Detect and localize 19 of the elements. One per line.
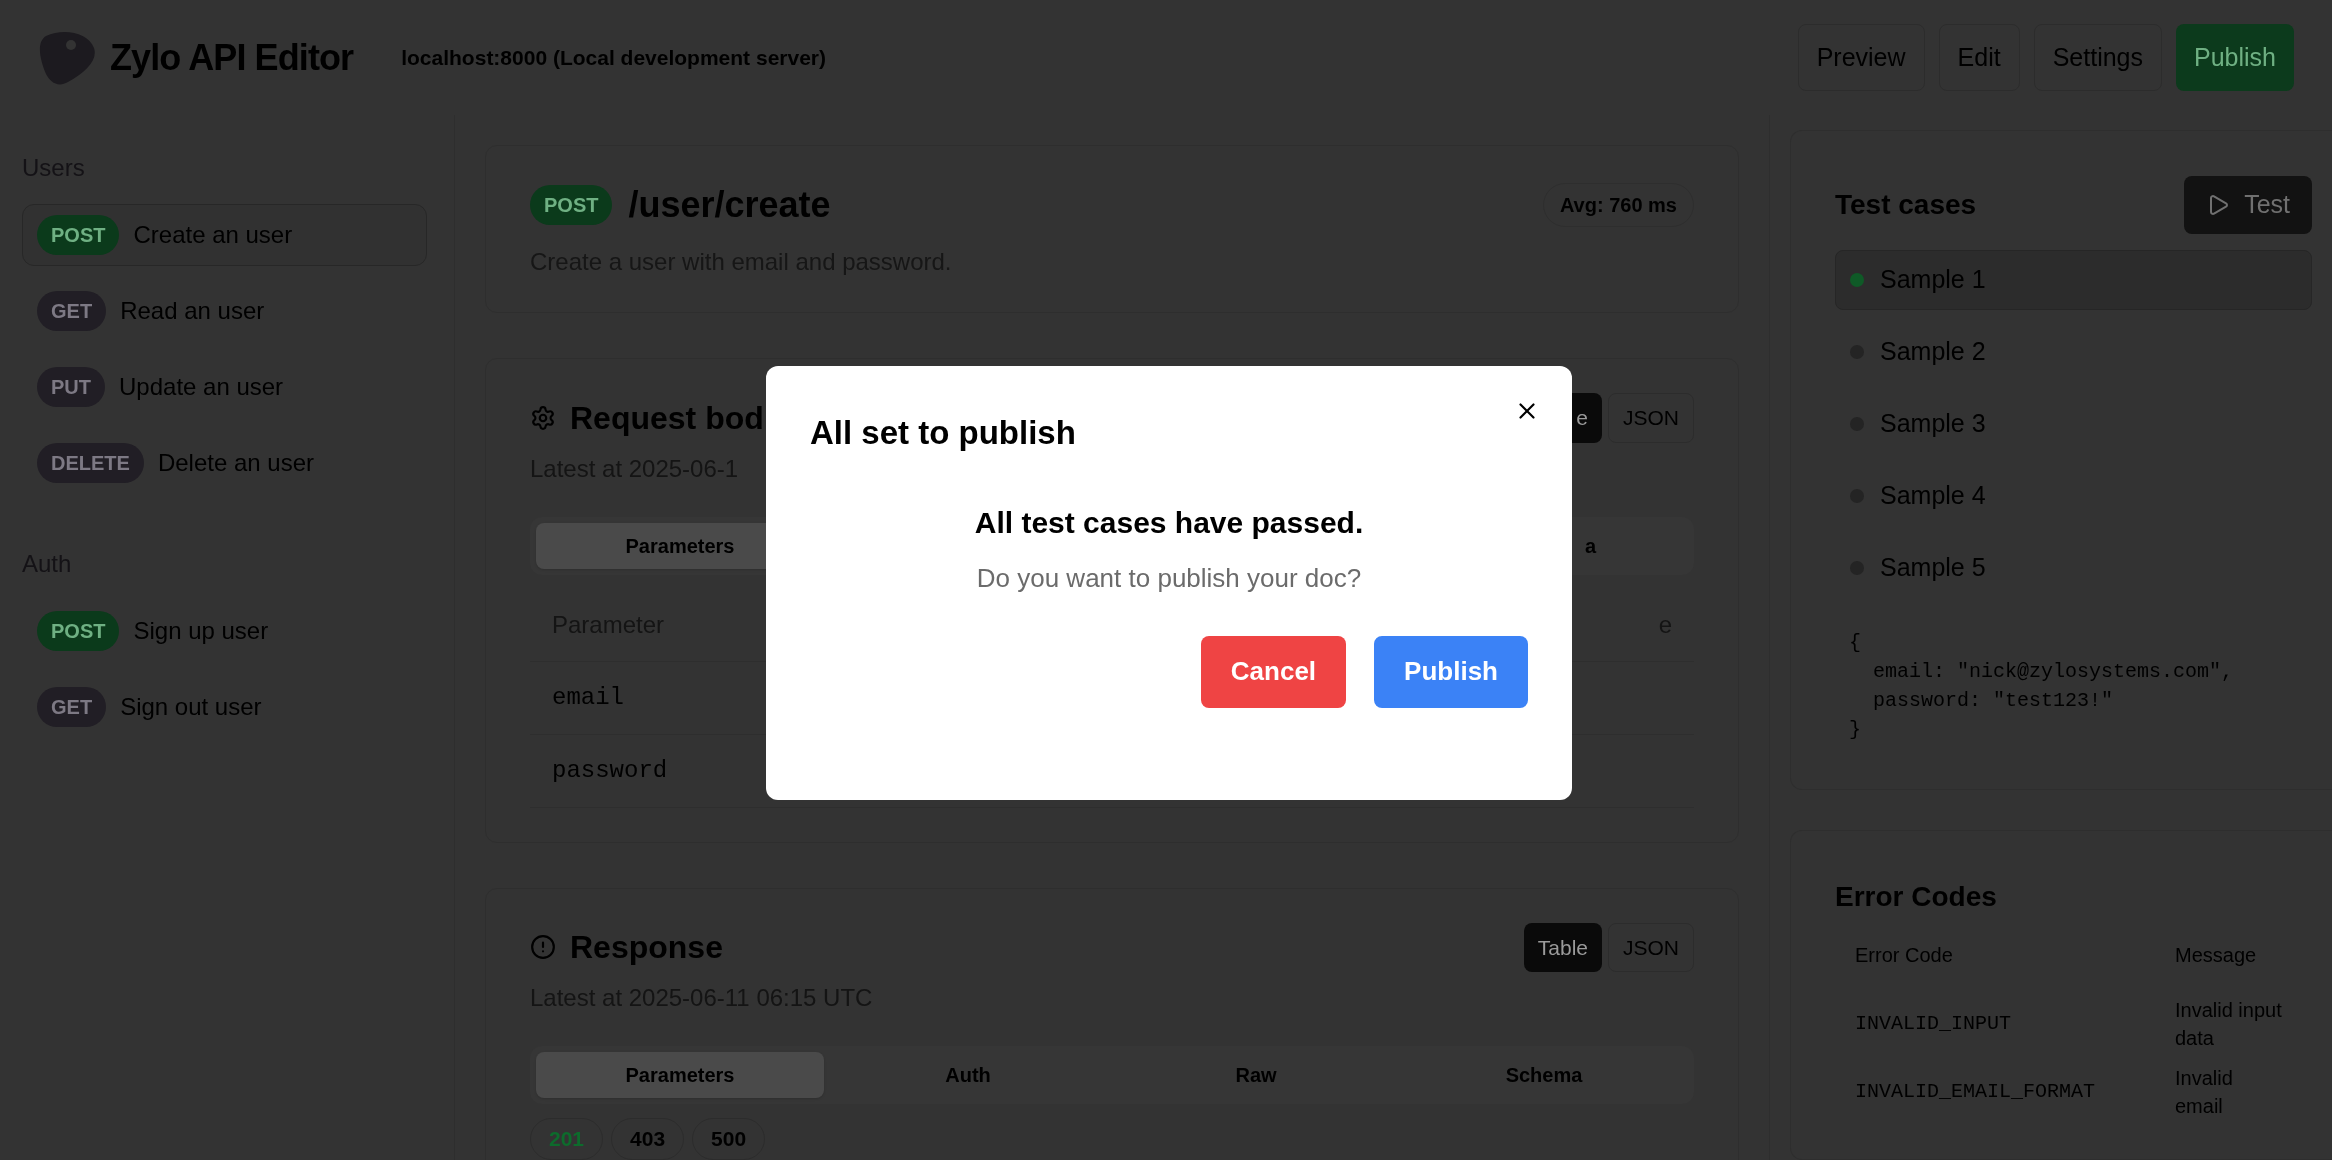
view-toggle[interactable]: Table <box>1523 922 1602 972</box>
dialog-button[interactable]: Cancel <box>1200 635 1347 708</box>
logo-icon <box>38 29 96 86</box>
dialog-message: Do you want to publish your doc? <box>975 561 1363 595</box>
method-badge: PUT <box>37 367 105 407</box>
method-badge: POST <box>37 611 120 651</box>
dialog-heading: All test cases have passed. <box>973 504 1365 541</box>
method-badge: POST <box>37 215 120 255</box>
method-badge: DELETE <box>37 443 144 483</box>
dialog-button[interactable]: Publish <box>1374 635 1528 708</box>
section-tab[interactable]: Parameters <box>536 1052 824 1098</box>
test-button[interactable]: Test <box>2184 176 2312 234</box>
method-badge: POST <box>530 185 613 225</box>
method-badge: GET <box>37 687 107 727</box>
alert-icon <box>530 934 556 961</box>
method-badge: GET <box>37 291 107 331</box>
nav-button[interactable]: Publish <box>2176 23 2294 92</box>
dialog-title: All set to publish <box>810 413 1077 453</box>
settings-icon <box>530 404 556 431</box>
